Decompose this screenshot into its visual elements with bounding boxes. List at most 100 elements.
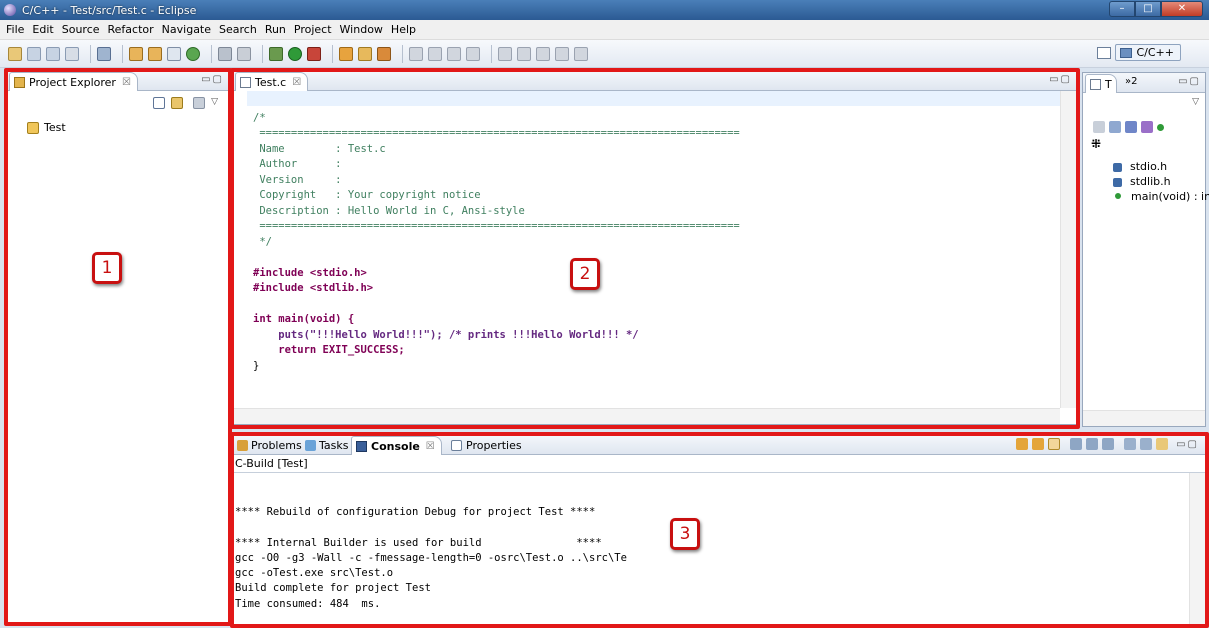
back-icon[interactable] [555, 46, 569, 61]
prev-annotation-icon[interactable] [517, 46, 531, 61]
code-line: puts("!!!Hello World!!!"); /* prints !!!… [253, 328, 639, 341]
new-icon[interactable] [8, 46, 22, 61]
link-icon[interactable]: ⁜ [1091, 137, 1101, 151]
menu-navigate[interactable]: Navigate [162, 23, 211, 36]
open-console-icon[interactable] [1156, 438, 1169, 450]
console-title: C-Build [Test] [235, 457, 308, 470]
open-element-icon[interactable] [358, 46, 372, 61]
maximize-button[interactable]: □ [1135, 1, 1161, 17]
show-whitespace-icon[interactable] [466, 46, 480, 61]
new-file-icon[interactable] [167, 46, 181, 61]
menu-run[interactable]: Run [265, 23, 286, 36]
toggle-block-icon[interactable] [447, 46, 461, 61]
pin-console-icon[interactable] [1124, 438, 1137, 450]
tab-outline[interactable]: T [1085, 74, 1117, 93]
editor-horizontal-scrollbar[interactable] [233, 408, 1060, 424]
last-edit-icon[interactable] [536, 46, 550, 61]
console-icon [356, 440, 367, 452]
toggle-mark-icon[interactable] [428, 46, 442, 61]
folder-icon [14, 76, 25, 88]
outline-item[interactable]: stdlib.h [1113, 174, 1209, 189]
menu-edit[interactable]: Edit [32, 23, 53, 36]
bottom-tabstrip: Problems Tasks Console ☒ Properties ▭▢ [233, 435, 1205, 455]
tab-project-explorer[interactable]: Project Explorer ☒ [9, 72, 138, 91]
forward-icon[interactable] [574, 46, 588, 61]
problems-icon [237, 440, 248, 451]
link-editor-icon[interactable] [171, 97, 184, 109]
search-icon[interactable] [237, 46, 251, 61]
copy-icon[interactable] [1086, 438, 1099, 450]
close-button[interactable]: ✕ [1161, 1, 1203, 17]
view-menu-icon[interactable]: ▽ [211, 97, 218, 109]
close-tab-icon[interactable]: ☒ [426, 441, 435, 452]
new-project-icon[interactable] [129, 46, 143, 61]
new-folder-icon[interactable] [148, 46, 162, 61]
debug-icon[interactable] [269, 46, 283, 61]
code-line: int main(void) { [253, 313, 355, 325]
console-vertical-scrollbar[interactable] [1189, 473, 1205, 624]
display-console-icon[interactable] [1140, 438, 1153, 450]
code-area[interactable]: /* =====================================… [253, 95, 740, 390]
minimize-maximize-icon[interactable]: ▭▢ [1176, 439, 1199, 450]
clear-console-icon[interactable] [1070, 438, 1083, 450]
code-line: Version : [253, 173, 342, 186]
close-tab-icon[interactable]: ☒ [122, 77, 131, 88]
menu-file[interactable]: File [6, 23, 24, 36]
build-icon[interactable] [97, 46, 111, 61]
perspective-cpp-button[interactable]: C/C++ [1115, 44, 1181, 61]
code-line: */ [253, 235, 272, 248]
save-all-icon[interactable] [46, 46, 60, 61]
scroll-up-icon[interactable] [1032, 438, 1045, 450]
outline-horizontal-scrollbar[interactable] [1083, 410, 1205, 426]
menu-project[interactable]: Project [294, 23, 332, 36]
annotation-icon[interactable] [409, 46, 423, 61]
editor-vertical-scrollbar[interactable] [1060, 91, 1076, 408]
paste-icon[interactable] [1102, 438, 1115, 450]
run-icon[interactable] [288, 46, 302, 61]
minimize-button[interactable]: – [1109, 1, 1135, 17]
code-line: #include <stdlib.h> [253, 282, 374, 294]
console-output[interactable]: **** Rebuild of configuration Debug for … [235, 475, 627, 627]
hide-fields-icon[interactable] [1093, 121, 1105, 133]
open-perspective-icon[interactable] [1097, 46, 1112, 59]
scroll-down-icon[interactable] [1016, 438, 1029, 450]
minimize-maximize-icon[interactable]: ▭▢ [1049, 74, 1072, 85]
collapse-all-icon[interactable] [153, 97, 166, 109]
tools-icon[interactable] [218, 46, 232, 61]
tab-test-c[interactable]: Test.c ☒ [235, 72, 309, 91]
new-class-icon[interactable] [186, 46, 200, 61]
menu-window[interactable]: Window [340, 23, 383, 36]
scroll-lock-icon[interactable] [1048, 438, 1061, 450]
menu-search[interactable]: Search [219, 23, 257, 36]
minimize-maximize-icon[interactable]: ▭▢ [1178, 76, 1201, 87]
hide-members-icon[interactable] [1157, 123, 1164, 131]
hide-nonpublic-icon[interactable] [1141, 121, 1153, 133]
tree-item[interactable]: Test [27, 121, 66, 134]
outline-item[interactable]: main(void) : in [1113, 189, 1209, 204]
sort-icon[interactable] [1109, 121, 1121, 133]
filter-icon[interactable] [193, 97, 206, 109]
view-menu-icon[interactable]: ▽ [1192, 97, 1199, 107]
menu-help[interactable]: Help [391, 23, 416, 36]
save-icon[interactable] [27, 46, 41, 61]
hide-static-icon[interactable] [1125, 121, 1137, 133]
tab-problems[interactable]: Problems [237, 439, 302, 452]
code-line: Name : Test.c [253, 142, 386, 155]
outline-toolbar [1093, 121, 1164, 133]
tab-properties[interactable]: Properties [451, 439, 522, 452]
open-type-icon[interactable] [339, 46, 353, 61]
external-tools-icon[interactable] [307, 46, 321, 61]
outline-item[interactable]: stdio.h [1113, 159, 1209, 174]
tab-tasks[interactable]: Tasks [305, 439, 348, 452]
print-icon[interactable] [65, 46, 79, 61]
menu-source[interactable]: Source [62, 23, 100, 36]
menu-refactor[interactable]: Refactor [108, 23, 154, 36]
more-views-label[interactable]: »2 [1125, 76, 1137, 87]
outline-item-label: stdio.h [1130, 160, 1168, 173]
minimize-maximize-icon[interactable]: ▭▢ [201, 74, 224, 85]
tab-console[interactable]: Console ☒ [351, 436, 442, 455]
annotation-badge-3: 3 [670, 518, 700, 550]
close-tab-icon[interactable]: ☒ [292, 77, 301, 88]
search-tools-icon[interactable] [377, 46, 391, 61]
next-annotation-icon[interactable] [498, 46, 512, 61]
